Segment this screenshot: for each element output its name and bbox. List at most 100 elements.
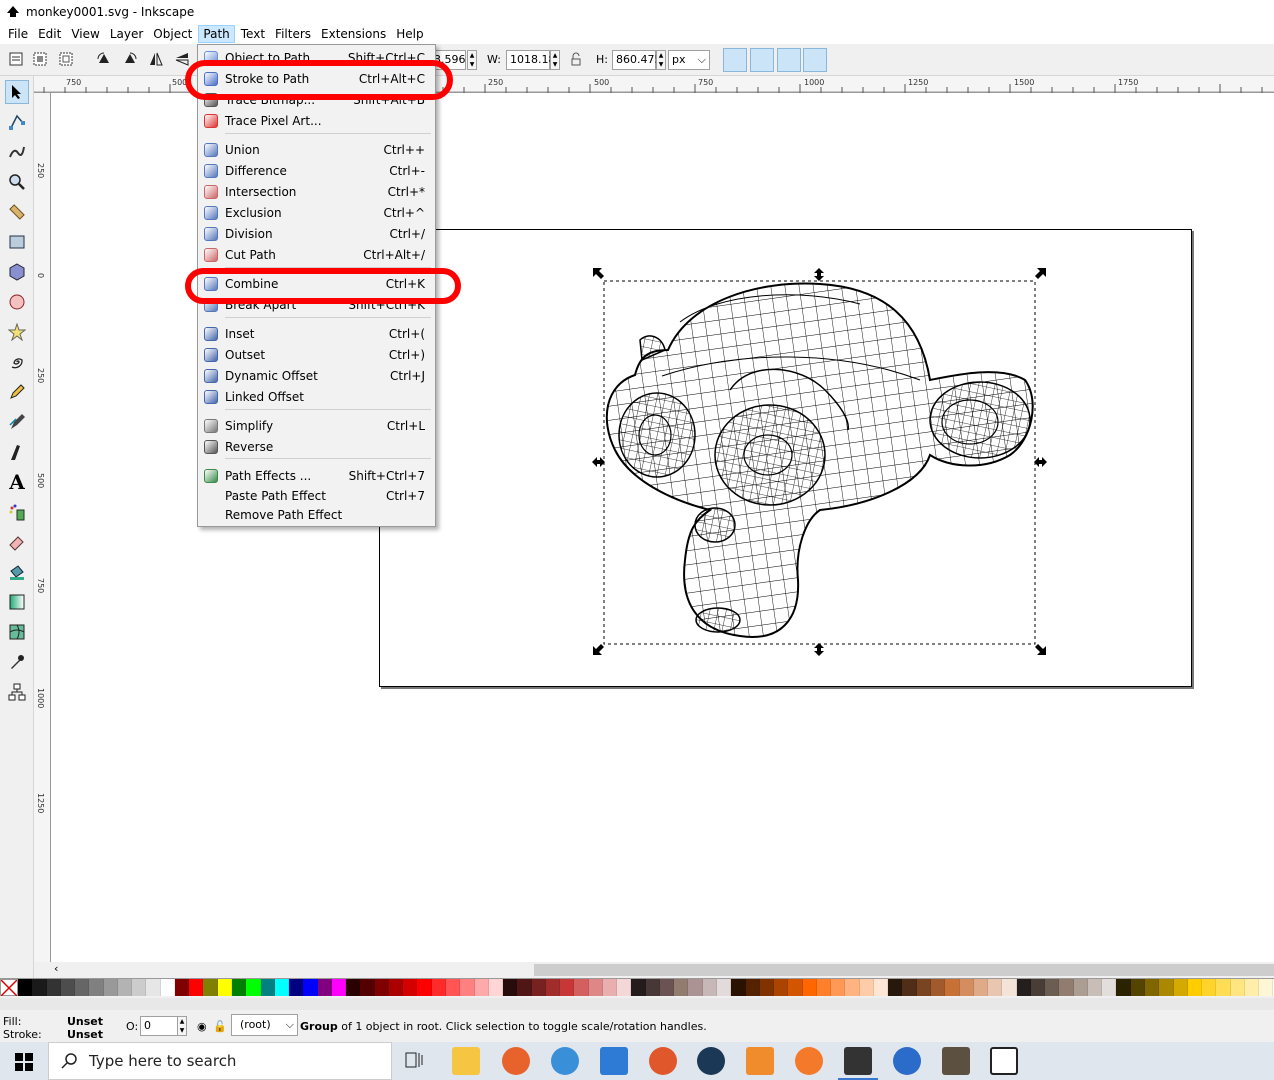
color-swatch[interactable] bbox=[1087, 979, 1103, 997]
color-swatch[interactable] bbox=[1002, 979, 1017, 997]
color-swatch[interactable] bbox=[189, 979, 204, 997]
color-swatch[interactable] bbox=[388, 979, 404, 997]
color-swatch[interactable] bbox=[488, 979, 504, 997]
color-swatch[interactable] bbox=[774, 979, 789, 997]
color-swatch[interactable] bbox=[1102, 979, 1117, 997]
color-swatch[interactable] bbox=[788, 979, 803, 997]
color-swatch[interactable] bbox=[203, 979, 218, 997]
color-swatch[interactable] bbox=[60, 979, 76, 997]
color-swatch[interactable] bbox=[631, 979, 646, 997]
color-swatch[interactable] bbox=[117, 979, 133, 997]
color-swatch[interactable] bbox=[1173, 979, 1188, 997]
color-swatch[interactable] bbox=[503, 979, 518, 997]
tweak-tool[interactable] bbox=[5, 140, 29, 164]
color-swatch[interactable] bbox=[1030, 979, 1046, 997]
menu-file[interactable]: File bbox=[4, 25, 32, 43]
opacity-field[interactable]: 0 bbox=[140, 1016, 178, 1036]
y-spinner[interactable]: ▲ ▼ bbox=[467, 50, 477, 70]
spray-tool[interactable] bbox=[5, 500, 29, 524]
color-swatch[interactable] bbox=[1202, 979, 1217, 997]
unit-select[interactable]: px ⌵ bbox=[668, 50, 710, 70]
color-swatch[interactable] bbox=[702, 979, 718, 997]
menu-item-remove-path-effect[interactable]: Remove Path Effect bbox=[198, 505, 435, 525]
mesh-tool[interactable] bbox=[5, 620, 29, 644]
transform-gradients-toggle[interactable] bbox=[777, 48, 801, 72]
color-swatch[interactable] bbox=[317, 979, 332, 997]
firefox-icon[interactable] bbox=[649, 1047, 677, 1075]
layer-lock-icon[interactable]: 🔓 bbox=[213, 1020, 227, 1033]
spiral-tool[interactable] bbox=[5, 350, 29, 374]
ellipse-tool[interactable] bbox=[5, 290, 29, 314]
color-palette[interactable] bbox=[0, 978, 1274, 997]
resize-handle-ne[interactable] bbox=[1035, 268, 1046, 279]
color-swatch[interactable] bbox=[688, 979, 703, 997]
menu-help[interactable]: Help bbox=[392, 25, 427, 43]
menu-layer[interactable]: Layer bbox=[106, 25, 147, 43]
color-swatch[interactable] bbox=[274, 979, 290, 997]
deselect-icon[interactable] bbox=[58, 51, 74, 67]
menu-item-linked-offset[interactable]: Linked Offset bbox=[198, 387, 435, 407]
height-spinner[interactable]: ▲ ▼ bbox=[656, 50, 666, 70]
layer-visibility-icon[interactable]: ◉ bbox=[197, 1020, 207, 1033]
rotate-cw-icon[interactable] bbox=[122, 51, 138, 67]
scrollbar-thumb[interactable] bbox=[534, 964, 1274, 976]
select-all-layers-icon[interactable] bbox=[32, 51, 48, 67]
color-swatch[interactable] bbox=[289, 979, 304, 997]
color-swatch[interactable] bbox=[531, 979, 546, 997]
gradient-tool[interactable] bbox=[5, 590, 29, 614]
color-swatch[interactable] bbox=[431, 979, 446, 997]
menu-item-inset[interactable]: Inset Ctrl+( bbox=[198, 324, 435, 344]
stroke-value[interactable]: Unset bbox=[67, 1028, 103, 1041]
color-swatch[interactable] bbox=[1073, 979, 1088, 997]
menu-object[interactable]: Object bbox=[149, 25, 196, 43]
rectangle-tool[interactable] bbox=[5, 230, 29, 254]
scale-stroke-toggle[interactable] bbox=[723, 48, 747, 72]
lock-icon[interactable] bbox=[568, 51, 584, 67]
blender-icon[interactable] bbox=[795, 1047, 823, 1075]
color-swatch[interactable] bbox=[417, 979, 432, 997]
taskbar-app-blue-icon[interactable] bbox=[893, 1047, 921, 1075]
color-swatch[interactable] bbox=[1045, 979, 1060, 997]
color-swatch[interactable] bbox=[46, 979, 61, 997]
color-swatch[interactable] bbox=[745, 979, 760, 997]
menu-item-union[interactable]: Union Ctrl++ bbox=[198, 140, 435, 160]
horizontal-scrollbar[interactable]: ‹ bbox=[34, 962, 1274, 978]
color-swatch[interactable] bbox=[445, 979, 461, 997]
taskbar-search[interactable]: Type here to search bbox=[48, 1042, 392, 1080]
zoom-tool[interactable] bbox=[5, 170, 29, 194]
color-swatch[interactable] bbox=[1244, 979, 1260, 997]
menu-item-exclusion[interactable]: Exclusion Ctrl+^ bbox=[198, 203, 435, 223]
color-swatch[interactable] bbox=[231, 979, 247, 997]
color-swatch[interactable] bbox=[32, 979, 47, 997]
file-explorer-icon[interactable] bbox=[452, 1047, 480, 1075]
color-swatch[interactable] bbox=[174, 979, 190, 997]
menu-item-cut-path[interactable]: Cut Path Ctrl+Alt+/ bbox=[198, 245, 435, 265]
color-swatch[interactable] bbox=[260, 979, 275, 997]
color-swatch[interactable] bbox=[588, 979, 603, 997]
color-swatch[interactable] bbox=[460, 979, 475, 997]
color-swatch[interactable] bbox=[859, 979, 874, 997]
color-swatch[interactable] bbox=[545, 979, 561, 997]
selector-tool[interactable] bbox=[5, 80, 29, 104]
color-swatch[interactable] bbox=[888, 979, 903, 997]
color-swatch[interactable] bbox=[89, 979, 104, 997]
taskbar-app-vc-icon[interactable] bbox=[600, 1047, 628, 1075]
menu-edit[interactable]: Edit bbox=[34, 25, 65, 43]
color-swatch[interactable] bbox=[160, 979, 175, 997]
menu-item-path-effects[interactable]: Path Effects ... Shift+Ctrl+7 bbox=[198, 466, 435, 486]
taskbar-app-orange-icon[interactable] bbox=[502, 1047, 530, 1075]
color-swatch[interactable] bbox=[1016, 979, 1031, 997]
color-swatch[interactable] bbox=[873, 979, 889, 997]
menu-text[interactable]: Text bbox=[237, 25, 269, 43]
color-swatch[interactable] bbox=[602, 979, 618, 997]
width-field[interactable]: 1018.18 bbox=[506, 50, 556, 70]
color-swatch[interactable] bbox=[845, 979, 860, 997]
color-swatch[interactable] bbox=[617, 979, 632, 997]
menu-view[interactable]: View bbox=[67, 25, 103, 43]
color-swatch[interactable] bbox=[1116, 979, 1131, 997]
color-swatch[interactable] bbox=[217, 979, 232, 997]
steam-icon[interactable] bbox=[697, 1047, 725, 1075]
gimp-icon[interactable] bbox=[942, 1047, 970, 1075]
color-swatch[interactable] bbox=[246, 979, 261, 997]
inkscape-taskbar-icon[interactable] bbox=[844, 1047, 872, 1075]
